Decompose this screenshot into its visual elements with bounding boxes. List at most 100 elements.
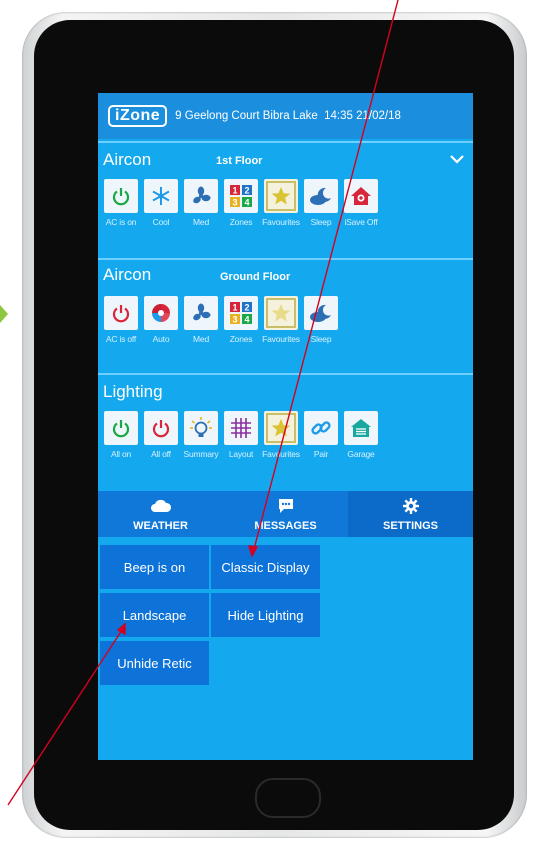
aircon2-sleep-tile[interactable]: Sleep: [304, 296, 338, 344]
aircon2-power-tile[interactable]: AC is off: [104, 296, 138, 344]
lighting-all-off-tile[interactable]: All off: [144, 411, 178, 459]
aircon2-zone: Ground Floor: [220, 271, 291, 283]
gear-icon: [402, 497, 419, 515]
bulb-icon: [189, 416, 213, 440]
fan-icon: [190, 185, 212, 207]
link-icon: [310, 417, 332, 439]
tile-label: AC is on: [105, 217, 137, 227]
garage-icon: [350, 417, 372, 439]
header-bar: iZone 9 Geelong Court Bibra Lake 14:35 2…: [98, 93, 473, 139]
tile-label: Favourites: [262, 217, 300, 227]
tile-label: Garage: [347, 449, 375, 459]
chevron-down-icon[interactable]: [450, 151, 464, 169]
unhide-retic-button[interactable]: Unhide Retic: [100, 641, 209, 685]
tile-label: Sleep: [310, 217, 332, 227]
power-icon: [110, 417, 132, 439]
zones-grid-icon: 1234: [229, 301, 253, 325]
star-icon: [270, 302, 292, 324]
svg-text:4: 4: [244, 315, 249, 325]
tile-label: All on: [110, 449, 132, 459]
tile-label: Auto: [152, 334, 170, 344]
tile-label: Cool: [152, 217, 170, 227]
svg-text:3: 3: [232, 315, 237, 325]
tile-label: Pair: [313, 449, 329, 459]
tab-settings[interactable]: SETTINGS: [348, 491, 473, 537]
auto-mode-icon: [150, 302, 172, 324]
lighting-title: Lighting: [103, 382, 163, 401]
tile-label: Med: [193, 334, 209, 344]
tile-label: Favourites: [262, 334, 300, 344]
header-address: 9 Geelong Court Bibra Lake 14:35 21/02/1…: [175, 110, 401, 122]
time-text: 14:35: [324, 110, 353, 122]
tile-label: Zones: [229, 217, 253, 227]
divider: [98, 373, 473, 375]
aircon1-controls: AC is on Cool Med 1234 Zones Favourites …: [104, 179, 378, 227]
aircon1-isave-tile[interactable]: iSave Off: [344, 179, 378, 227]
cloud-icon: [150, 497, 172, 515]
bottom-nav: WEATHER MESSAGES SETTINGS: [98, 491, 473, 537]
tile-label: Med: [193, 217, 209, 227]
date-text: 21/02/18: [356, 110, 401, 122]
address-text: 9 Geelong Court Bibra Lake: [175, 110, 318, 122]
svg-text:1: 1: [232, 186, 237, 196]
sleep-icon: [309, 186, 333, 206]
tab-weather-label: WEATHER: [133, 520, 188, 532]
hide-lighting-button[interactable]: Hide Lighting: [211, 593, 320, 637]
divider: [98, 141, 473, 143]
aircon2-fan-tile[interactable]: Med: [184, 296, 218, 344]
izone-logo: iZone: [108, 105, 168, 127]
tile-label: Favourites: [262, 449, 300, 459]
power-icon: [150, 417, 172, 439]
tile-label: AC is off: [105, 334, 137, 344]
tab-settings-label: SETTINGS: [382, 520, 438, 532]
message-icon: [277, 497, 295, 515]
layout-grid-icon: [229, 416, 253, 440]
fan-icon: [190, 302, 212, 324]
divider: [98, 258, 473, 260]
tile-label: iSave Off: [344, 217, 378, 227]
lighting-layout-tile[interactable]: Layout: [224, 411, 258, 459]
aircon2-controls: AC is off Auto Med 1234 Zones Favourites…: [104, 296, 338, 344]
svg-text:2: 2: [244, 186, 249, 196]
lighting-controls: All on All off Summary Layout Favourites…: [104, 411, 378, 459]
snowflake-icon: [150, 185, 172, 207]
aircon1-zone: 1st Floor: [216, 155, 263, 167]
lighting-all-on-tile[interactable]: All on: [104, 411, 138, 459]
tile-label: Zones: [229, 334, 253, 344]
isave-icon: [350, 185, 372, 207]
izone-screen: iZone 9 Geelong Court Bibra Lake 14:35 2…: [98, 93, 473, 760]
aircon1-favourites-tile[interactable]: Favourites: [262, 179, 300, 227]
aircon1-sleep-tile[interactable]: Sleep: [304, 179, 338, 227]
svg-text:3: 3: [232, 198, 237, 208]
landscape-button[interactable]: Landscape: [100, 593, 209, 637]
lighting-summary-tile[interactable]: Summary: [183, 411, 219, 459]
zones-grid-icon: 1234: [229, 184, 253, 208]
aircon2-mode-tile[interactable]: Auto: [144, 296, 178, 344]
aircon2-favourites-tile[interactable]: Favourites: [262, 296, 300, 344]
aircon1-zones-tile[interactable]: 1234 Zones: [224, 179, 258, 227]
aircon1-power-tile[interactable]: AC is on: [104, 179, 138, 227]
classic-display-button[interactable]: Classic Display: [211, 545, 320, 589]
beep-toggle-button[interactable]: Beep is on: [100, 545, 209, 589]
star-icon: [270, 185, 292, 207]
tile-label: Summary: [183, 449, 219, 459]
tab-messages[interactable]: MESSAGES: [223, 491, 348, 537]
side-arrow-marker: [0, 305, 8, 323]
tab-weather[interactable]: WEATHER: [98, 491, 223, 537]
star-icon: [270, 417, 292, 439]
tile-label: All off: [151, 449, 171, 459]
power-icon: [110, 302, 132, 324]
svg-text:2: 2: [244, 303, 249, 313]
aircon1-mode-tile[interactable]: Cool: [144, 179, 178, 227]
aircon2-title: Aircon: [103, 265, 152, 284]
aircon1-fan-tile[interactable]: Med: [184, 179, 218, 227]
tile-label: Sleep: [310, 334, 332, 344]
power-icon: [110, 185, 132, 207]
home-button[interactable]: [255, 778, 321, 818]
lighting-garage-tile[interactable]: Garage: [344, 411, 378, 459]
lighting-pair-tile[interactable]: Pair: [304, 411, 338, 459]
svg-text:4: 4: [244, 198, 249, 208]
aircon2-zones-tile[interactable]: 1234 Zones: [224, 296, 258, 344]
lighting-favourites-tile[interactable]: Favourites: [262, 411, 300, 459]
tile-label: Layout: [228, 449, 254, 459]
